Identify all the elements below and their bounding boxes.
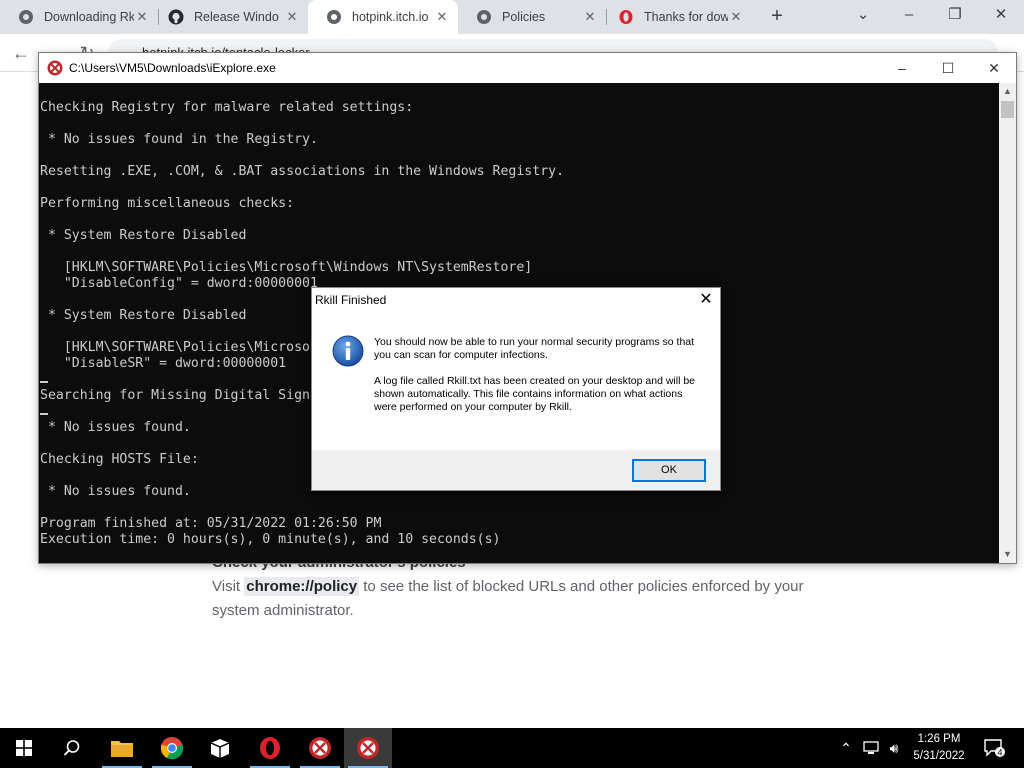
opera-icon bbox=[619, 10, 633, 24]
close-icon[interactable]: ✕ bbox=[434, 9, 450, 25]
info-icon bbox=[332, 335, 364, 367]
dialog-footer: OK bbox=[312, 450, 720, 490]
windows-taskbar: ⌃ 🔊︎ 1:26 PM 5/31/2022 4 bbox=[0, 728, 1024, 768]
taskbar-chrome[interactable] bbox=[148, 728, 196, 768]
taskbar-file-explorer[interactable] bbox=[98, 728, 146, 768]
close-icon[interactable]: ✕ bbox=[728, 9, 744, 25]
scrollbar-thumb[interactable] bbox=[1001, 101, 1014, 118]
browser-tab-strip: Downloading Rk ✕ Release Windo ✕ hotpink… bbox=[0, 0, 1024, 34]
show-hidden-icons-chevron-icon[interactable]: ⌃ bbox=[836, 728, 856, 768]
console-line: * System Restore Disabled bbox=[40, 228, 247, 243]
console-maximize-button[interactable]: ☐ bbox=[925, 53, 971, 83]
tab-hotpink-itch[interactable]: hotpink.itch.io ✕ bbox=[308, 0, 458, 34]
taskbar-clock[interactable]: 1:26 PM 5/31/2022 bbox=[902, 731, 976, 765]
tab-release-windows[interactable]: Release Windo ✕ bbox=[150, 0, 308, 34]
volume-icon[interactable]: 🔊︎ bbox=[884, 728, 904, 768]
console-line: * System Restore Disabled bbox=[40, 308, 247, 323]
tab-thanks-for-downloading[interactable]: Thanks for dow ✕ bbox=[600, 0, 752, 34]
tab-title: Policies bbox=[502, 10, 546, 24]
tab-title: Thanks for dow bbox=[644, 10, 728, 24]
dialog-close-button[interactable]: ✕ bbox=[696, 290, 716, 310]
rkill-finished-dialog: Rkill Finished ✕ You should now be able … bbox=[311, 287, 721, 491]
console-line: Resetting .EXE, .COM, & .BAT association… bbox=[40, 164, 565, 179]
chrome-page-icon bbox=[477, 10, 491, 24]
rkill-app-icon bbox=[309, 737, 331, 759]
new-tab-button[interactable]: + bbox=[766, 5, 788, 27]
search-button[interactable] bbox=[48, 728, 96, 768]
close-window-button[interactable]: ✕ bbox=[978, 0, 1024, 32]
package-icon bbox=[210, 739, 230, 758]
taskbar-rkill-2[interactable] bbox=[344, 728, 392, 768]
rkill-app-icon bbox=[357, 737, 379, 759]
action-center-button[interactable]: 4 bbox=[980, 728, 1008, 768]
minimize-button[interactable]: – bbox=[886, 0, 932, 32]
rkill-app-icon bbox=[47, 60, 63, 76]
notification-icon: 4 bbox=[984, 739, 1005, 758]
console-line: Checking Registry for malware related se… bbox=[40, 100, 414, 115]
tab-downloading-rkill[interactable]: Downloading Rk ✕ bbox=[0, 0, 158, 34]
scroll-up-icon[interactable]: ▲ bbox=[999, 83, 1016, 100]
tab-title: Downloading Rk bbox=[44, 10, 134, 24]
scroll-down-icon[interactable]: ▼ bbox=[999, 546, 1016, 563]
tab-title: hotpink.itch.io bbox=[352, 10, 429, 24]
clock-time: 1:26 PM bbox=[917, 733, 961, 745]
close-icon[interactable]: ✕ bbox=[582, 9, 598, 25]
console-line: Performing miscellaneous checks: bbox=[40, 196, 295, 211]
opera-icon bbox=[260, 737, 280, 759]
close-icon[interactable]: ✕ bbox=[134, 9, 150, 25]
dialog-message-1: You should now be able to run your norma… bbox=[374, 336, 695, 361]
policy-link[interactable]: chrome://policy bbox=[244, 577, 360, 596]
console-line: Program finished at: 05/31/2022 01:26:50… bbox=[40, 516, 382, 531]
console-close-button[interactable]: ✕ bbox=[971, 53, 1017, 83]
taskbar-package-app[interactable] bbox=[196, 728, 244, 768]
console-line: [HKLM\SOFTWARE\Policies\Microsoft\Window… bbox=[40, 260, 533, 275]
page-paragraph: Visit chrome://policy to see the list of… bbox=[212, 575, 822, 623]
taskbar-opera[interactable] bbox=[246, 728, 294, 768]
console-line: * No issues found in the Registry. bbox=[40, 132, 318, 147]
console-line: "DisableSR" = dword:00000001 bbox=[40, 356, 287, 371]
para-prefix: Visit bbox=[212, 578, 245, 595]
notification-count: 4 bbox=[997, 748, 1002, 758]
tab-policies[interactable]: Policies ✕ bbox=[458, 0, 606, 34]
console-line: Checking HOSTS File: bbox=[40, 452, 199, 467]
ok-button[interactable]: OK bbox=[632, 459, 706, 482]
windows-logo-icon bbox=[16, 740, 32, 756]
network-icon[interactable] bbox=[860, 728, 882, 768]
restore-button[interactable]: ❐ bbox=[932, 0, 978, 32]
github-icon bbox=[168, 9, 184, 25]
clock-date: 5/31/2022 bbox=[913, 750, 965, 762]
console-cursor-mark bbox=[40, 413, 48, 415]
taskbar-rkill-1[interactable] bbox=[296, 728, 344, 768]
chrome-icon bbox=[160, 736, 184, 760]
console-scrollbar[interactable]: ▲ ▼ bbox=[999, 83, 1016, 563]
console-line: * No issues found. bbox=[40, 484, 191, 499]
console-line: Execution time: 0 hours(s), 0 minute(s),… bbox=[40, 532, 501, 547]
console-line: * No issues found. bbox=[40, 420, 191, 435]
chrome-page-icon bbox=[19, 10, 33, 24]
dialog-message-2: A log file called Rkill.txt has been cre… bbox=[374, 375, 696, 413]
close-icon[interactable]: ✕ bbox=[284, 9, 300, 25]
console-title: C:\Users\VM5\Downloads\iExplore.exe bbox=[69, 61, 276, 75]
search-icon bbox=[63, 740, 80, 756]
tab-search-button[interactable]: ⌄ bbox=[840, 0, 886, 32]
tab-title: Release Windo bbox=[194, 10, 279, 24]
chrome-page-icon bbox=[327, 10, 341, 24]
console-minimize-button[interactable]: – bbox=[879, 53, 925, 83]
start-button[interactable] bbox=[0, 728, 48, 768]
folder-icon bbox=[111, 741, 133, 757]
console-cursor-mark bbox=[40, 381, 48, 383]
dialog-title: Rkill Finished bbox=[315, 293, 387, 307]
console-line: "DisableConfig" = dword:00000001 bbox=[40, 276, 318, 291]
back-arrow-icon[interactable]: ← bbox=[8, 40, 34, 66]
console-titlebar[interactable]: C:\Users\VM5\Downloads\iExplore.exe – ☐ … bbox=[39, 53, 1016, 83]
